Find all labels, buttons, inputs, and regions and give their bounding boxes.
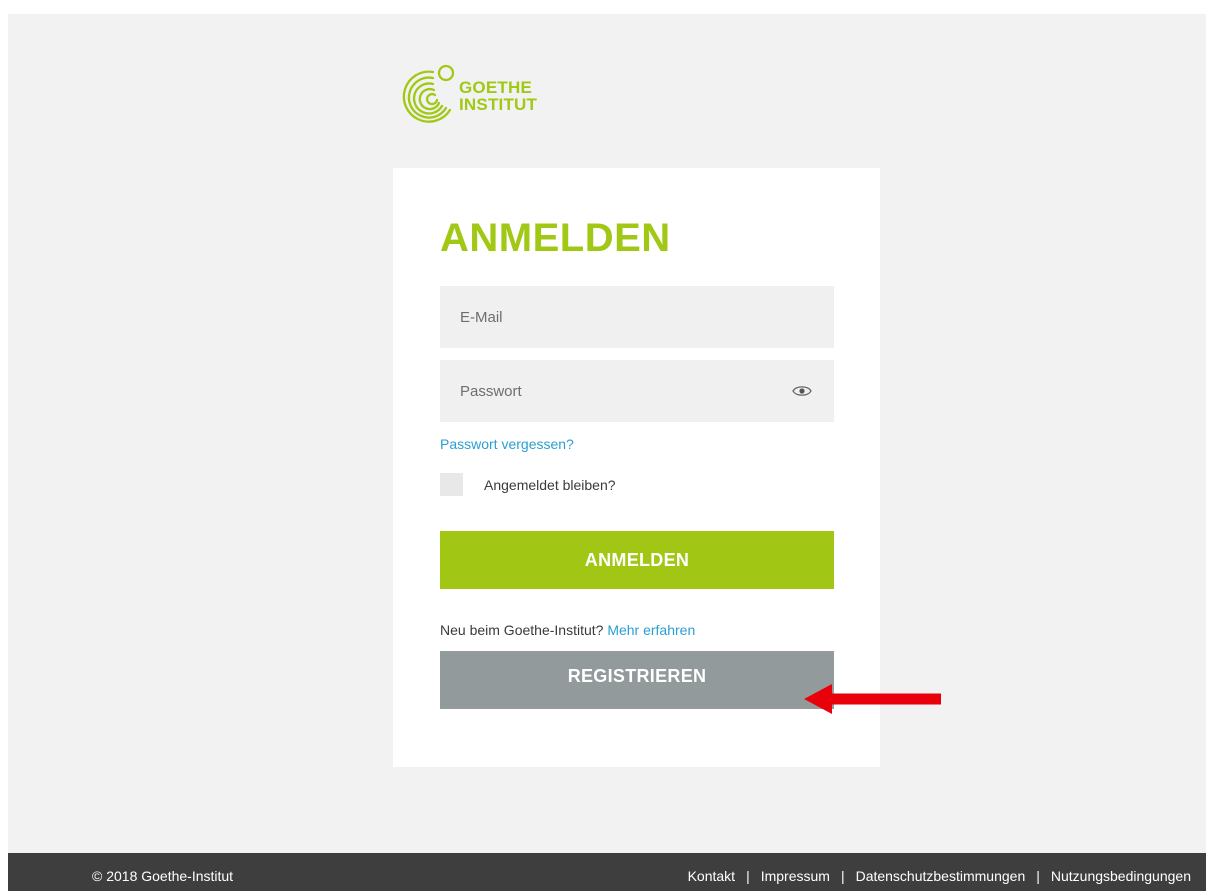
new-user-text: Neu beim Goethe-Institut? Mehr erfahren (440, 622, 695, 638)
remember-me[interactable]: Angemeldet bleiben? (440, 473, 616, 496)
password-field-container (440, 360, 834, 422)
footer-separator: | (746, 868, 750, 884)
login-card: ANMELDEN Passwort vergessen? Angemeldet … (393, 168, 880, 767)
footer-separator: | (840, 868, 845, 884)
password-input[interactable] (440, 360, 834, 422)
forgot-password-link[interactable]: Passwort vergessen? (440, 436, 574, 452)
remember-me-checkbox[interactable] (440, 473, 463, 496)
footer-link-impressum[interactable]: Impressum (761, 868, 830, 884)
email-field-container (440, 286, 834, 348)
logo-line-institut: INSTITUT (459, 95, 538, 114)
footer: © 2018 Goethe-Institut Kontakt | Impress… (8, 853, 1206, 891)
footer-separator: | (1036, 868, 1040, 884)
logo-line-goethe: GOETHE (459, 78, 532, 97)
page-title: ANMELDEN (440, 216, 671, 260)
eye-icon[interactable] (792, 383, 812, 399)
register-button[interactable]: REGISTRIEREN (440, 651, 834, 709)
footer-link-datenschutz[interactable]: Datenschutzbestimmungen (856, 868, 1026, 884)
email-input[interactable] (440, 286, 834, 348)
remember-me-label: Angemeldet bleiben? (484, 476, 616, 493)
footer-links: Kontakt | Impressum | Datenschutzbestimm… (688, 868, 1191, 884)
copyright: © 2018 Goethe-Institut (92, 868, 234, 884)
learn-more-link[interactable]: Mehr erfahren (607, 622, 695, 638)
logo-text: GOETHE INSTITUT (459, 79, 537, 113)
red-arrow-left-icon (804, 684, 941, 714)
goethe-institut-logo[interactable]: GOETHE INSTITUT (393, 62, 563, 132)
page-background: GOETHE INSTITUT ANMELDEN Passwort verges… (8, 14, 1206, 891)
login-button[interactable]: ANMELDEN (440, 531, 834, 589)
footer-link-kontakt[interactable]: Kontakt (688, 868, 735, 884)
footer-link-nutzungsbedingungen[interactable]: Nutzungsbedingungen (1051, 868, 1191, 884)
new-user-question: Neu beim Goethe-Institut? (440, 622, 604, 638)
goethe-swirl-icon (402, 64, 455, 123)
